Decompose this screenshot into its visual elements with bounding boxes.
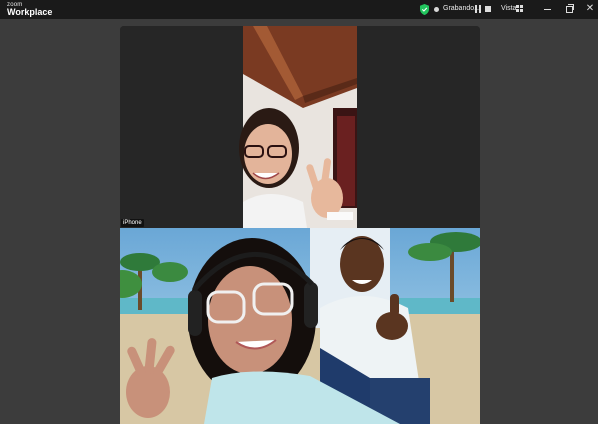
pause-recording-button[interactable] (475, 5, 481, 13)
view-button-label[interactable]: Vista (501, 5, 516, 12)
video-tile-participant-2[interactable] (120, 228, 480, 424)
video-gallery: iPhone (120, 26, 480, 424)
participant-name-label: iPhone (121, 219, 144, 227)
shield-check-icon[interactable] (420, 4, 429, 15)
logo-main: Workplace (7, 7, 53, 17)
stop-recording-button[interactable] (485, 6, 491, 12)
recording-icon (434, 7, 439, 12)
participant-video-2 (120, 228, 480, 424)
video-tile-iphone[interactable]: iPhone (120, 26, 480, 228)
close-button[interactable]: ✕ (584, 3, 596, 15)
title-bar: zoom Workplace Grabando... Vista ✕ (0, 0, 598, 19)
restore-button[interactable] (563, 3, 575, 15)
grid-view-icon[interactable] (516, 5, 523, 12)
minimize-button[interactable] (542, 3, 554, 15)
app-logo: zoom Workplace (7, 2, 52, 17)
participant-video-iphone (120, 26, 480, 228)
